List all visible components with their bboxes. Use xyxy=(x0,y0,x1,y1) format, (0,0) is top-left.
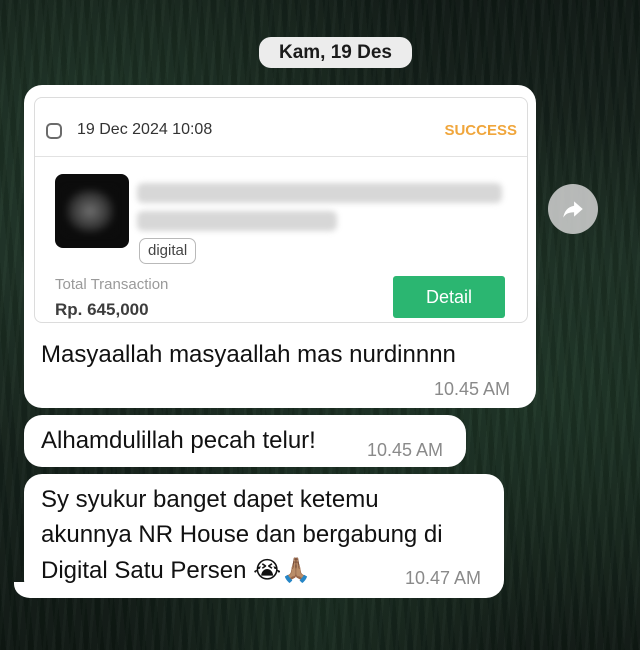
transaction-card[interactable]: 19 Dec 2024 10:08 SUCCESS digital Total … xyxy=(34,97,528,323)
message-line: Digital Satu Persen 😭🙏🏽 xyxy=(41,556,311,585)
total-amount: Rp. 645,000 xyxy=(55,300,149,319)
message-bubble[interactable]: Sy syukur banget dapet ketemu akunnya NR… xyxy=(24,474,504,598)
detail-button[interactable]: Detail xyxy=(393,276,505,318)
message-line-text: Digital Satu Persen xyxy=(41,557,247,584)
message-line: Sy syukur banget dapet ketemu xyxy=(41,486,379,513)
product-tag: digital xyxy=(139,238,197,264)
message-bubble-transaction[interactable]: 19 Dec 2024 10:08 SUCCESS digital Total … xyxy=(24,85,536,408)
message-time: 10.45 AM xyxy=(367,440,444,460)
forward-arrow-icon xyxy=(563,201,583,218)
message-bubble[interactable]: Alhamdulillah pecah telur! 10.45 AM xyxy=(24,415,466,467)
forward-button[interactable] xyxy=(548,184,598,234)
status-badge: SUCCESS xyxy=(444,122,517,139)
message-text: Masyaallah masyaallah mas nurdinnnn xyxy=(41,341,456,368)
message-time: 10.47 AM xyxy=(405,568,482,588)
transaction-date: 19 Dec 2024 10:08 xyxy=(77,121,213,138)
date-separator: Kam, 19 Des xyxy=(259,37,412,68)
emoji: 😭🙏🏽 xyxy=(253,557,312,584)
total-transaction-label: Total Transaction xyxy=(55,276,169,293)
product-name-blurred xyxy=(137,211,337,231)
product-name-blurred xyxy=(137,183,502,203)
message-text: Alhamdulillah pecah telur! xyxy=(41,427,316,454)
transaction-card-header: 19 Dec 2024 10:08 SUCCESS xyxy=(35,98,527,157)
product-thumbnail xyxy=(55,174,129,248)
message-line: akunnya NR House dan bergabung di xyxy=(41,521,443,548)
message-time: 10.45 AM xyxy=(434,379,511,399)
checkbox-icon[interactable] xyxy=(46,123,62,139)
